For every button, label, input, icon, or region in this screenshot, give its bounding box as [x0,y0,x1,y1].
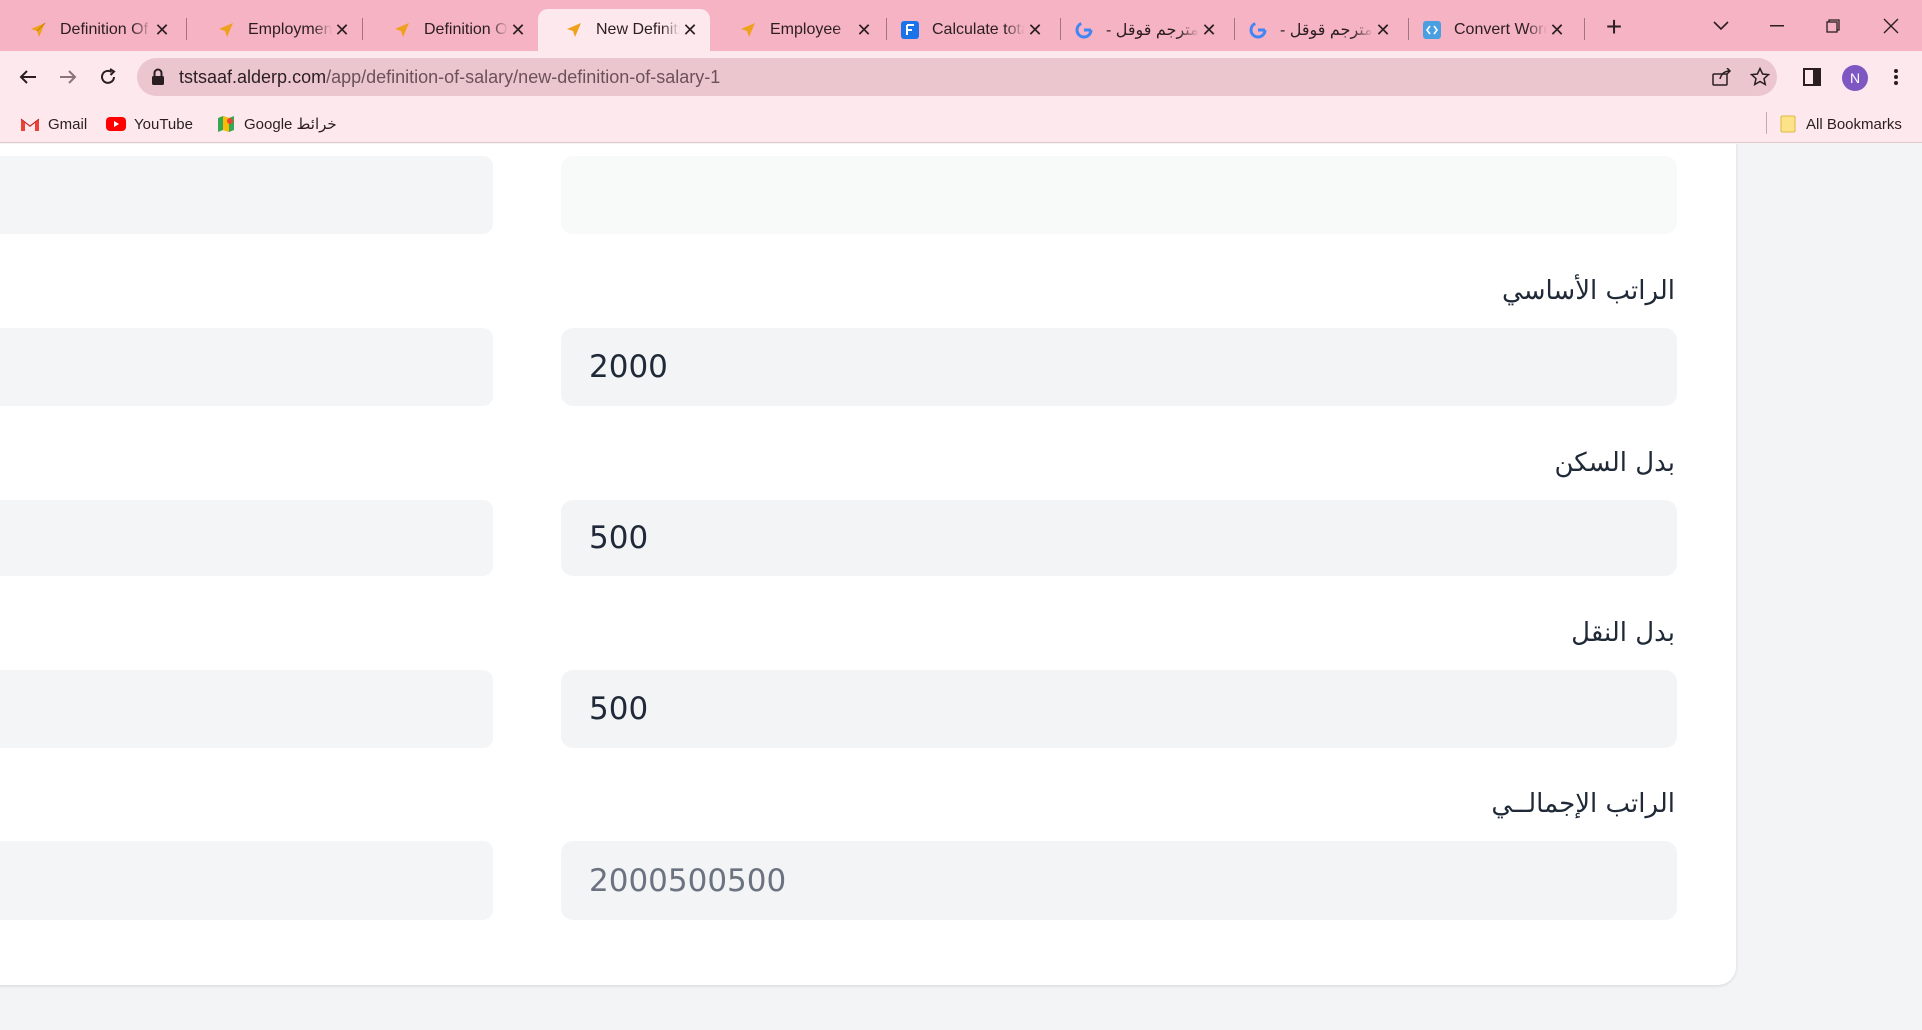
tab-convert-word[interactable]: Convert Word ✕ [1402,9,1577,51]
bookmark-label: Google خرائط [244,116,337,133]
close-tab-icon[interactable]: ✕ [1547,20,1567,40]
total-salary-label: الراتب الإجمالــي [1491,789,1675,819]
close-tab-icon[interactable]: ✕ [1199,20,1219,40]
all-bookmarks-button[interactable]: All Bookmarks [1778,112,1902,136]
total-salary-input[interactable]: 2000500500 [561,841,1677,920]
tab-definition-of-1[interactable]: Definition Of ✕ [2,9,182,51]
tab-title: مترجم قوقل - [1106,22,1199,39]
tab-employment[interactable]: Employment ✕ [190,9,362,51]
side-panel-icon[interactable] [1796,61,1828,93]
tab-title: New Definitio [596,21,680,38]
reload-button[interactable] [92,61,124,93]
bookmarks-separator [1766,112,1767,134]
bookmark-label: YouTube [134,115,193,133]
alderp-logo-icon [738,20,758,40]
code-icon [1422,20,1442,40]
housing-allowance-input[interactable]: 500 [561,500,1677,576]
bookmark-google-maps[interactable]: Google خرائط [216,112,337,136]
alderp-logo-icon [28,20,48,40]
tab-employee[interactable]: Employee ✕ [712,9,884,51]
close-tab-icon[interactable]: ✕ [332,20,352,40]
back-button[interactable] [12,61,44,93]
left-column-field[interactable] [0,670,493,748]
browser-toolbar: tstsaaf.alderp.com/app/definition-of-sal… [0,51,1922,103]
tab-title: Employee [770,21,842,38]
more-menu-icon[interactable] [1880,61,1912,93]
close-tab-icon[interactable]: ✕ [508,20,528,40]
google-g-icon [1248,20,1268,40]
folder-icon [1778,115,1798,133]
bookmark-star-icon[interactable] [1749,66,1771,88]
transport-allowance-label: بدل النقل [1571,618,1675,648]
tab-definition-of-2[interactable]: Definition Of ✕ [366,9,538,51]
tab-google-translate-2[interactable]: مترجم قوقل - ✕ [1228,9,1403,51]
close-tab-icon[interactable]: ✕ [152,20,172,40]
url-domain: tstsaaf.alderp.com [179,67,327,87]
forward-button[interactable] [52,61,84,93]
youtube-icon [106,116,126,132]
tab-separator [362,18,363,40]
tab-search-icon[interactable] [1706,12,1736,40]
url-path: /app/definition-of-salary/new-definition… [326,67,721,87]
top-field[interactable] [561,156,1677,234]
close-tab-icon[interactable]: ✕ [1373,20,1393,40]
close-window-button[interactable] [1876,12,1906,40]
left-column-field[interactable] [0,156,493,234]
gmail-icon [20,116,40,132]
bookmark-gmail[interactable]: Gmail [20,112,87,136]
forms-f-icon [900,20,920,40]
tab-title: Definition Of [60,21,149,38]
close-tab-icon[interactable]: ✕ [854,20,874,40]
page-content: الراتب الأساسي 2000 بدل السكن 500 بدل ال… [0,144,1922,1030]
new-tab-button[interactable]: + [1600,13,1628,42]
google-g-icon [1074,20,1094,40]
left-column-field[interactable] [0,841,493,920]
tab-google-translate-1[interactable]: مترجم قوقل - ✕ [1054,9,1229,51]
basic-salary-input[interactable]: 2000 [561,328,1677,406]
close-tab-icon[interactable]: ✕ [1025,20,1045,40]
alderp-logo-icon [216,20,236,40]
bookmark-youtube[interactable]: YouTube [106,112,193,136]
housing-allowance-label: بدل السكن [1554,448,1675,478]
tab-title: Employment [248,21,332,38]
share-icon[interactable] [1711,66,1733,88]
left-column-field[interactable] [0,500,493,576]
tab-title: Definition Of [424,21,508,38]
tab-separator [1584,18,1585,40]
alderp-logo-icon [564,20,584,40]
bookmarks-bar: Gmail YouTube Google خرائط All Bookmarks [0,103,1922,143]
close-tab-icon[interactable]: ✕ [680,20,700,40]
alderp-logo-icon [392,20,412,40]
tab-title: مترجم قوقل - [1280,22,1373,39]
bookmark-label: Gmail [48,115,88,133]
tab-title: Calculate tota [932,21,1025,38]
profile-avatar[interactable]: N [1842,65,1868,91]
google-maps-icon [216,116,236,132]
tab-new-definition[interactable]: New Definitio ✕ [538,9,710,51]
lock-icon[interactable] [151,68,169,86]
restore-button[interactable] [1818,12,1848,40]
minimize-button[interactable] [1762,12,1792,40]
url-text[interactable]: tstsaaf.alderp.com/app/definition-of-sal… [179,67,720,88]
basic-salary-label: الراتب الأساسي [1502,276,1675,306]
tab-separator [186,18,187,40]
tab-strip: Definition Of ✕ Employment ✕ Definition … [0,0,1922,51]
tab-calculate-total[interactable]: Calculate tota ✕ [880,9,1055,51]
address-bar[interactable]: tstsaaf.alderp.com/app/definition-of-sal… [137,58,1777,96]
tab-title: Convert Word [1454,21,1547,38]
all-bookmarks-label: All Bookmarks [1806,115,1902,133]
transport-allowance-input[interactable]: 500 [561,670,1677,748]
left-column-field[interactable] [0,328,493,406]
